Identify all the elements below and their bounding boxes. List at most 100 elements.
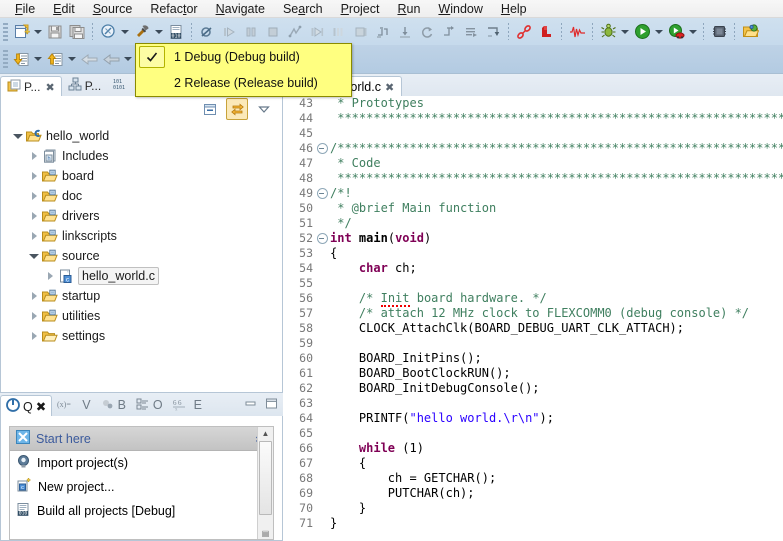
scroll-up-arrow-icon[interactable]: ▲ bbox=[262, 429, 270, 438]
code-line[interactable]: 54 char ch; bbox=[283, 261, 783, 276]
code-line[interactable]: 62 BOARD_InitDebugConsole(); bbox=[283, 381, 783, 396]
fold-collapse-icon[interactable] bbox=[316, 231, 328, 246]
menu-item-navigate[interactable]: Navigate bbox=[207, 1, 274, 17]
tree-item-linkscripts[interactable]: linkscripts bbox=[1, 226, 282, 246]
code-line[interactable]: 58 CLOCK_AttachClk(BOARD_DEBUG_UART_CLK_… bbox=[283, 321, 783, 336]
tree-item-hello-world-c[interactable]: c hello_world.c bbox=[1, 266, 282, 286]
save-icon[interactable] bbox=[44, 21, 66, 43]
code-line[interactable]: 47 * Code bbox=[283, 156, 783, 171]
build-config-menu-item-1[interactable]: 1 Debug (Debug build) bbox=[136, 44, 351, 70]
fold-collapse-icon[interactable] bbox=[316, 141, 328, 156]
expand-arrow-right-icon[interactable] bbox=[27, 146, 41, 166]
code-line[interactable]: 65 bbox=[283, 426, 783, 441]
toolbar-grip[interactable] bbox=[3, 22, 8, 41]
tree-item-settings[interactable]: settings bbox=[1, 326, 282, 346]
build-configuration-menu[interactable]: 1 Debug (Debug build) 2 Release (Release … bbox=[135, 43, 352, 97]
code-line[interactable]: 61 BOARD_BootClockRUN(); bbox=[283, 366, 783, 381]
tree-item-board[interactable]: board bbox=[1, 166, 282, 186]
profile-icon[interactable] bbox=[665, 21, 687, 43]
menu-item-refactor[interactable]: Refactor bbox=[141, 1, 206, 17]
back-arrow-icon[interactable] bbox=[78, 48, 100, 70]
code-line[interactable]: 57 /* attach 12 MHz clock to FLEXCOMM0 (… bbox=[283, 306, 783, 321]
code-line[interactable]: 69 PUTCHAR(ch); bbox=[283, 486, 783, 501]
maximize-icon[interactable] bbox=[265, 397, 278, 413]
quickstart-tab-e[interactable]: 66xE bbox=[168, 394, 207, 416]
tree-item-startup[interactable]: startup bbox=[1, 286, 282, 306]
code-line[interactable]: 43 * Prototypes bbox=[283, 96, 783, 111]
quickstart-header[interactable]: Start here bbox=[10, 427, 273, 451]
step-return-icon[interactable] bbox=[350, 21, 372, 43]
suspend-icon[interactable] bbox=[240, 21, 262, 43]
disconnect-icon[interactable] bbox=[284, 21, 306, 43]
code-line[interactable]: 45 bbox=[283, 126, 783, 141]
code-line[interactable]: 64 PRINTF("hello world.\r\n"); bbox=[283, 411, 783, 426]
binary-010-icon[interactable]: 010 bbox=[165, 21, 187, 43]
toolbar-grip-2[interactable] bbox=[3, 50, 8, 68]
history-dropdown-arrow[interactable] bbox=[122, 48, 134, 70]
close-icon[interactable]: ✖ bbox=[45, 81, 54, 94]
debug-config-icon[interactable] bbox=[97, 21, 119, 43]
debug-bug-icon[interactable] bbox=[597, 21, 619, 43]
run-to-line-icon[interactable] bbox=[460, 21, 482, 43]
expand-arrow-right-icon[interactable] bbox=[43, 266, 57, 286]
code-line[interactable]: 51 */ bbox=[283, 216, 783, 231]
expand-arrow-right-icon[interactable] bbox=[27, 186, 41, 206]
reset-icon[interactable] bbox=[482, 21, 504, 43]
quickstart-tab-o[interactable]: O bbox=[131, 394, 168, 416]
run-play-icon[interactable] bbox=[631, 21, 653, 43]
code-line[interactable]: 48 *************************************… bbox=[283, 171, 783, 186]
menu-item-file[interactable]: File bbox=[6, 1, 44, 17]
step-over-icon[interactable] bbox=[328, 21, 350, 43]
quickstart-tab-b[interactable]: B bbox=[96, 394, 131, 416]
menu-item-window[interactable]: Window bbox=[429, 1, 491, 17]
skip-breakpoints-icon[interactable] bbox=[196, 21, 218, 43]
collapse-all-icon[interactable] bbox=[200, 99, 220, 119]
tree-item-doc[interactable]: doc bbox=[1, 186, 282, 206]
expand-arrow-right-icon[interactable] bbox=[27, 166, 41, 186]
open-project-icon[interactable] bbox=[739, 21, 761, 43]
link-icon[interactable] bbox=[513, 21, 535, 43]
close-icon[interactable]: ✖ bbox=[385, 81, 394, 94]
tree-item-hello-world[interactable]: hello_world bbox=[1, 126, 282, 146]
build-hammer-icon[interactable] bbox=[131, 21, 153, 43]
quickstart-tab-q[interactable]: Q ✖ bbox=[0, 395, 53, 417]
expand-arrow-down-icon[interactable] bbox=[27, 246, 41, 266]
expand-arrow-right-icon[interactable] bbox=[27, 306, 41, 326]
code-line[interactable]: 70 } bbox=[283, 501, 783, 516]
quickstart-scrollbar[interactable]: ▲ ▤ bbox=[257, 427, 273, 539]
export-icon[interactable] bbox=[44, 48, 66, 70]
code-line[interactable]: 49 /*! bbox=[283, 186, 783, 201]
link-with-editor-icon[interactable] bbox=[226, 98, 248, 120]
import-icon[interactable] bbox=[10, 48, 32, 70]
code-line[interactable]: 53 { bbox=[283, 246, 783, 261]
expand-arrow-down-icon[interactable] bbox=[11, 126, 25, 146]
explorer-tab-2[interactable]: 101 0101 bbox=[107, 75, 135, 96]
menu-item-search[interactable]: Search bbox=[274, 1, 332, 17]
forward-arrow-icon[interactable] bbox=[100, 48, 122, 70]
fold-collapse-icon[interactable] bbox=[316, 186, 328, 201]
tree-item-source[interactable]: source bbox=[1, 246, 282, 266]
quickstart-tab-v[interactable]: (x)= V bbox=[52, 394, 95, 416]
close-icon[interactable]: ✖ bbox=[36, 399, 46, 414]
menu-item-project[interactable]: Project bbox=[332, 1, 389, 17]
expand-arrow-right-icon[interactable] bbox=[27, 286, 41, 306]
tree-item-utilities[interactable]: utilities bbox=[1, 306, 282, 326]
minimize-icon[interactable] bbox=[244, 397, 257, 413]
code-line[interactable]: 55 bbox=[283, 276, 783, 291]
code-line[interactable]: 44 *************************************… bbox=[283, 111, 783, 126]
step-down-icon[interactable] bbox=[394, 21, 416, 43]
explorer-tab-0[interactable]: P... ✖ bbox=[0, 76, 62, 97]
code-line[interactable]: 50 * @brief Main function bbox=[283, 201, 783, 216]
boot-icon[interactable] bbox=[535, 21, 557, 43]
menu-item-source[interactable]: Source bbox=[84, 1, 142, 17]
memory-chip-icon[interactable] bbox=[708, 21, 730, 43]
code-line[interactable]: 67 { bbox=[283, 456, 783, 471]
resume-icon[interactable] bbox=[218, 21, 240, 43]
build-config-menu-item-2[interactable]: 2 Release (Release build) bbox=[136, 70, 351, 96]
quickstart-item-new-project-[interactable]: c New project... bbox=[10, 475, 273, 499]
code-line[interactable]: 66 while (1) bbox=[283, 441, 783, 456]
new-file-icon[interactable] bbox=[10, 21, 32, 43]
code-line[interactable]: 60 BOARD_InitPins(); bbox=[283, 351, 783, 366]
profile-dropdown-arrow[interactable] bbox=[687, 21, 699, 43]
build-dropdown-arrow[interactable] bbox=[153, 21, 165, 43]
